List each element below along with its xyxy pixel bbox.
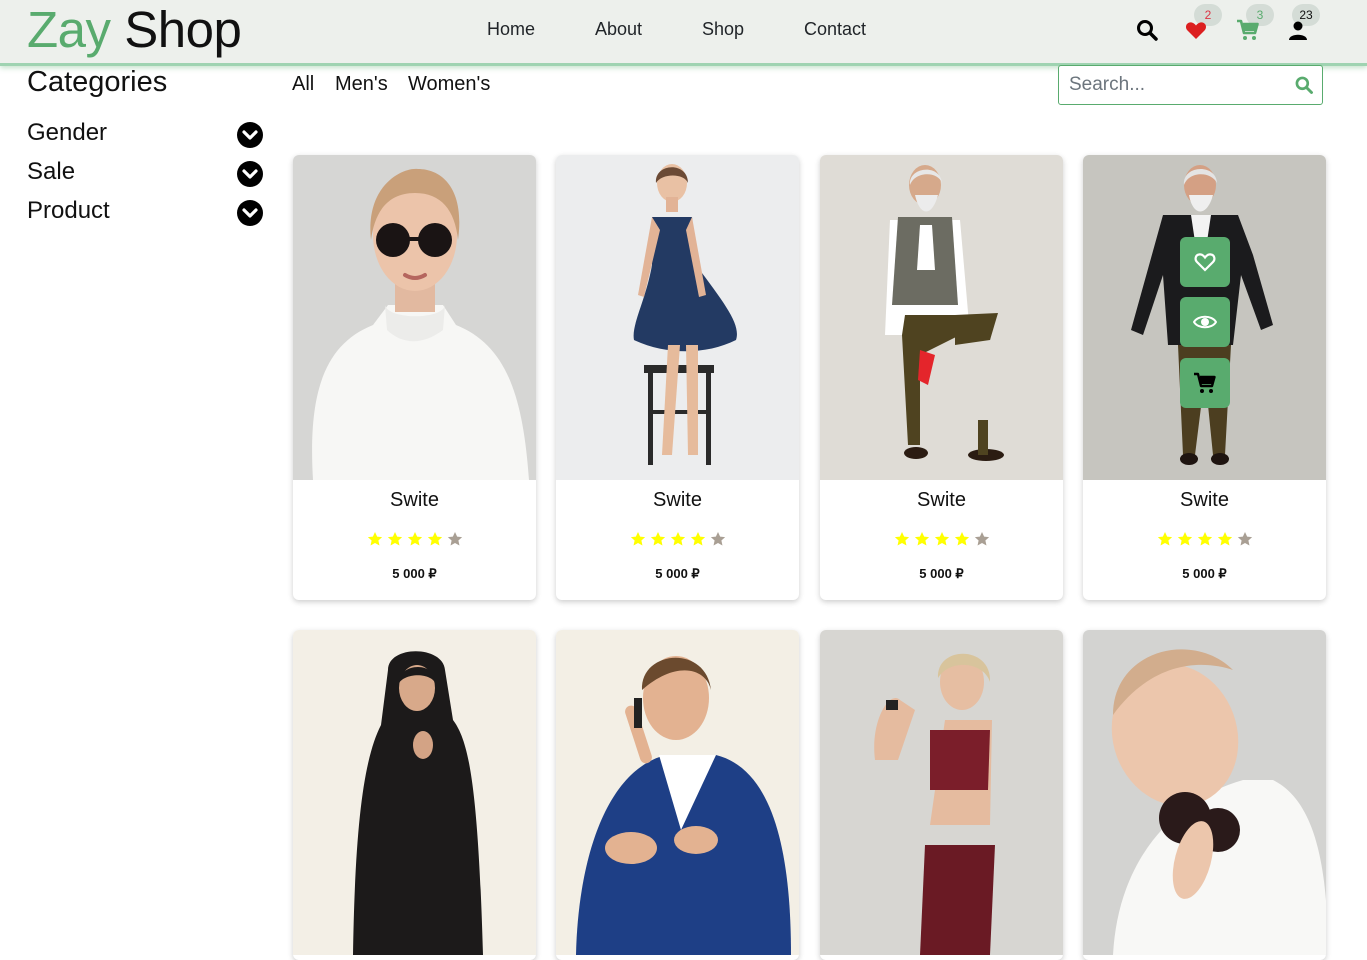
product-image[interactable] — [293, 630, 536, 955]
star-icon — [710, 532, 725, 546]
logo-zay: Zay — [27, 1, 111, 58]
star-icon — [1217, 532, 1232, 546]
product-image[interactable] — [1083, 630, 1326, 955]
star-icon — [367, 532, 382, 546]
product-image[interactable] — [556, 630, 799, 955]
star-icon — [894, 532, 909, 546]
star-icon — [1197, 532, 1212, 546]
filter-mens[interactable]: Men's — [335, 73, 388, 96]
product-name[interactable]: Swite — [1083, 489, 1326, 512]
search-input[interactable] — [1060, 67, 1285, 103]
star-icon — [914, 532, 929, 546]
add-to-wishlist-button[interactable] — [1180, 237, 1230, 287]
heart-icon[interactable] — [1184, 18, 1208, 42]
product-name[interactable]: Swite — [293, 489, 536, 512]
chevron-down-icon[interactable] — [237, 161, 263, 187]
product-image[interactable] — [293, 155, 536, 480]
chevron-down-icon[interactable] — [237, 200, 263, 226]
logo-shop: Shop — [124, 1, 242, 58]
cart-icon[interactable] — [1236, 18, 1260, 42]
quick-view-button[interactable] — [1180, 297, 1230, 347]
product-card[interactable] — [1083, 630, 1326, 960]
product-name[interactable]: Swite — [820, 489, 1063, 512]
product-name[interactable]: Swite — [556, 489, 799, 512]
add-to-cart-button[interactable] — [1180, 358, 1230, 408]
star-icon — [670, 532, 685, 546]
product-price: 5 000 ₽ — [1182, 566, 1227, 581]
filter-womens[interactable]: Women's — [408, 73, 490, 96]
star-icon — [447, 532, 462, 546]
product-rating — [1083, 531, 1326, 547]
search-icon[interactable] — [1135, 18, 1159, 42]
star-icon — [387, 532, 402, 546]
product-price: 5 000 ₽ — [655, 566, 700, 581]
product-card[interactable]: Swite 5 000 ₽ — [556, 155, 799, 600]
chevron-down-icon[interactable] — [237, 122, 263, 148]
category-label: Product — [27, 197, 110, 224]
search-icon[interactable] — [1294, 75, 1314, 100]
star-icon — [650, 532, 665, 546]
star-icon — [1157, 532, 1172, 546]
categories-title: Categories — [27, 66, 168, 98]
product-price: 5 000 ₽ — [392, 566, 437, 581]
product-card[interactable] — [820, 630, 1063, 960]
product-image[interactable] — [556, 155, 799, 480]
product-rating — [293, 531, 536, 547]
search-box — [1058, 65, 1323, 105]
star-icon — [407, 532, 422, 546]
product-price: 5 000 ₽ — [919, 566, 964, 581]
product-rating — [820, 531, 1063, 547]
product-card[interactable]: Swite 5 000 ₽ — [820, 155, 1063, 600]
category-product[interactable]: Product — [27, 197, 263, 227]
logo[interactable]: Zay Shop — [27, 1, 242, 58]
star-icon — [934, 532, 949, 546]
user-icon[interactable] — [1286, 18, 1310, 42]
product-rating — [556, 531, 799, 547]
product-image[interactable] — [820, 155, 1063, 480]
star-icon — [427, 532, 442, 546]
nav-home[interactable]: Home — [487, 19, 535, 40]
nav-contact[interactable]: Contact — [804, 19, 866, 40]
category-sale[interactable]: Sale — [27, 158, 263, 188]
star-icon — [690, 532, 705, 546]
filter-all[interactable]: All — [292, 73, 314, 96]
product-card[interactable] — [293, 630, 536, 960]
star-icon — [1237, 532, 1252, 546]
star-icon — [1177, 532, 1192, 546]
category-label: Gender — [27, 119, 108, 146]
star-icon — [954, 532, 969, 546]
category-gender[interactable]: Gender — [27, 119, 263, 149]
product-card[interactable] — [556, 630, 799, 960]
product-card[interactable]: Swite 5 000 ₽ — [293, 155, 536, 600]
product-card[interactable]: Swite 5 000 ₽ — [1083, 155, 1326, 600]
nav-shop[interactable]: Shop — [702, 19, 744, 40]
star-icon — [974, 532, 989, 546]
star-icon — [630, 532, 645, 546]
category-label: Sale — [27, 158, 76, 185]
product-image[interactable] — [820, 630, 1063, 955]
nav-about[interactable]: About — [595, 19, 642, 40]
top-navbar: Zay Shop Home About Shop Contact 2 3 23 — [0, 0, 1367, 66]
